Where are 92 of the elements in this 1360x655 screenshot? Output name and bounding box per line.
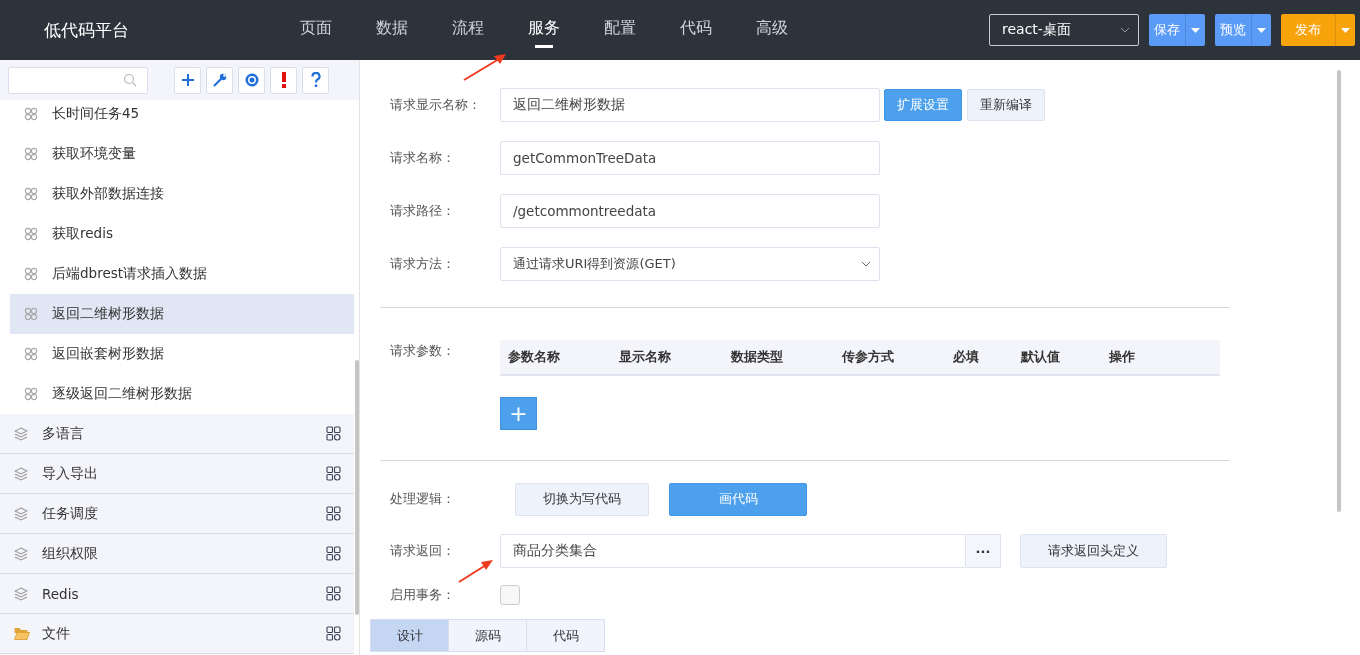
group-item[interactable]: 导入导出 [0,454,354,494]
group-item[interactable]: 组织权限 [0,534,354,574]
group-item[interactable]: 多语言 [0,414,354,454]
mode-button[interactable]: 切换为写代码 [515,482,649,516]
service-item[interactable]: 长时间任务45 [10,100,354,134]
clover-icon [24,227,38,241]
target-icon [243,72,260,88]
field-label: 请求参数： [389,342,456,360]
input-field[interactable]: 返回二维树形数据 [500,88,880,122]
column-header: 必填 [952,348,980,366]
grid-icon [326,586,341,601]
caret-icon [1341,27,1350,33]
target-button[interactable] [238,66,265,94]
layers-icon [14,506,28,521]
service-item[interactable]: 获取外部数据连接 [10,174,354,214]
service-item[interactable]: 获取环境变量 [10,134,354,174]
clover-icon [24,187,38,201]
nav-tab[interactable]: 配置 [582,6,658,54]
column-header: 显示名称 [619,348,673,366]
method-select[interactable]: 通过请求URI得到资源(GET) [500,247,880,281]
grid-icon [326,626,341,641]
clover-icon [24,347,38,361]
field-label: 请求名称： [389,149,456,167]
column-header: 数据类型 [730,348,784,366]
header-definition-button[interactable]: 请求返回头定义 [1020,534,1167,568]
service-item[interactable]: 后端dbrest请求插入数据 [10,254,354,294]
service-item[interactable]: 返回二维树形数据 [10,294,354,334]
settings-button[interactable] [206,66,233,94]
input-field[interactable]: getCommonTreeData [500,141,880,175]
field-label: 启用事务： [389,586,456,604]
editor-tab[interactable]: 源码 [448,619,527,652]
app-title: 低代码平台 [43,18,130,42]
alert-button[interactable] [270,66,297,94]
plus-icon [180,73,195,87]
field-label: 处理逻辑： [389,490,456,508]
recompile-button[interactable]: 重新编译 [967,89,1045,121]
exclamation-icon [280,72,287,88]
search-icon [123,73,137,87]
input-field[interactable]: /getcommontreedata [500,194,880,228]
grid-icon [326,546,341,561]
editor-tab[interactable]: 设计 [370,619,449,652]
service-item[interactable]: 返回嵌套树形数据 [10,334,354,374]
clover-icon [24,267,38,281]
field-label: 请求显示名称： [389,96,482,114]
layers-icon [14,466,28,481]
annotation-arrow [463,53,507,81]
wrench-icon [211,72,228,88]
column-header: 操作 [1108,348,1136,366]
clover-icon [24,147,38,161]
grid-icon [326,426,341,441]
input-field[interactable]: 商品分类集合 [500,534,966,568]
add-button[interactable] [174,66,201,94]
chevron-icon [1120,27,1130,33]
column-header: 默认值 [1020,348,1061,366]
nav-tab[interactable]: 高级 [734,6,810,54]
question-icon [310,72,321,88]
folder-icon [14,627,30,640]
service-item[interactable]: 获取redis [10,214,354,254]
chevron-icon [861,261,871,267]
help-button[interactable] [302,66,329,94]
layers-icon [14,586,28,601]
nav-tab[interactable]: 服务 [506,6,582,54]
column-header: 传参方式 [841,348,895,366]
group-item[interactable]: Redis [0,574,354,614]
grid-icon [326,466,341,481]
grid-icon [326,506,341,521]
field-label: 请求返回： [389,542,456,560]
scrollbar[interactable] [1337,70,1341,512]
column-header: 参数名称 [508,348,561,366]
layers-icon [14,426,28,441]
layers-icon [14,546,28,561]
search-field[interactable] [8,66,148,94]
clover-icon [24,387,38,401]
service-item[interactable]: 逐级返回二维树形数据 [10,374,354,414]
nav-tab[interactable]: 流程 [430,6,506,54]
field-label: 请求方法： [389,255,456,273]
nav-tab[interactable]: 数据 [354,6,430,54]
nav-tab[interactable]: 代码 [658,6,734,54]
caret-icon [1191,27,1200,33]
scrollbar[interactable] [355,360,359,615]
field-label: 请求路径： [389,202,456,220]
clover-icon [24,307,38,321]
annotation-arrow [458,559,494,583]
clover-icon [24,107,38,121]
caret-icon [1257,27,1266,33]
editor-tab[interactable]: 代码 [526,619,605,652]
nav-tab[interactable]: 页面 [278,6,354,54]
more-button[interactable]: ··· [966,534,1001,568]
group-item[interactable]: 文件 [0,614,354,654]
group-item[interactable]: 任务调度 [0,494,354,534]
checkbox[interactable] [500,585,520,605]
environment-select[interactable]: react-桌面 [989,14,1139,46]
